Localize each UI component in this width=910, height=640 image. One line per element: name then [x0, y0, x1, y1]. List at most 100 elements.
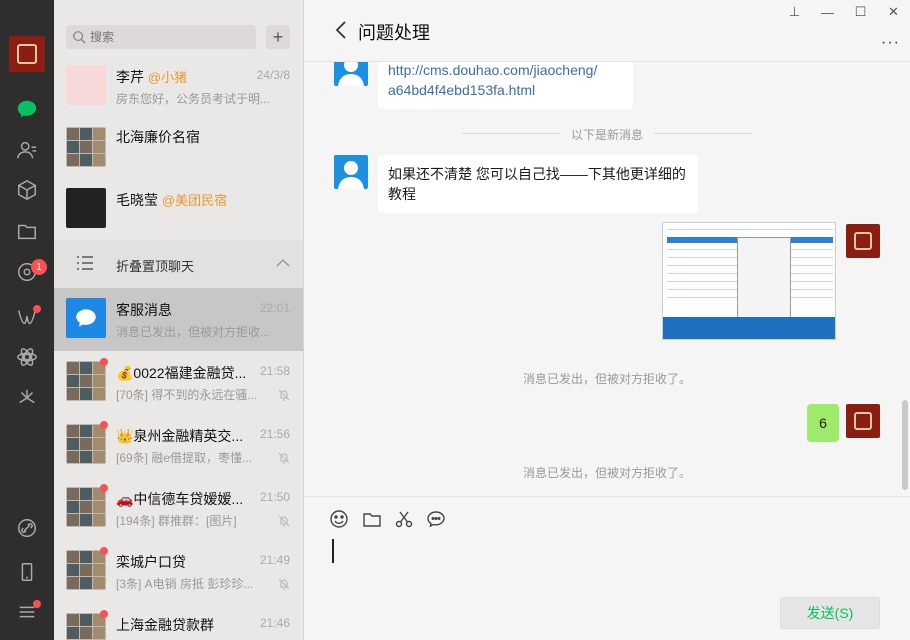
chat-time: 22:01 [259, 301, 290, 315]
chat-time: 21:50 [259, 490, 290, 504]
chat-time: 21:49 [259, 553, 290, 567]
avatar-logo-icon [854, 232, 872, 250]
chat-preview: [69条] 融e借提取，枣懂... [116, 451, 253, 465]
list-icon [77, 256, 93, 270]
conversation-title: 问题处理 [358, 23, 430, 43]
chat-name: 毛晓莹 [116, 192, 158, 208]
search-nav-icon[interactable] [15, 345, 39, 369]
mute-bell-icon [278, 515, 290, 527]
link-nav-icon[interactable] [15, 516, 39, 540]
chat-tag: @小猪 [147, 70, 188, 85]
group-avatar [66, 424, 106, 464]
minimize-button[interactable]: — [811, 0, 844, 24]
chat-name: 👑泉州金融精英交... [116, 428, 244, 444]
maximize-button[interactable]: ☐ [844, 0, 877, 24]
chat-name: 上海金融贷款群 [116, 617, 214, 633]
fold-label: 折叠置顶聊天 [116, 259, 195, 274]
chat-item[interactable]: 👑泉州金融精英交... 21:56 [69条] 融e借提取，枣懂... [54, 414, 303, 477]
mute-bell-icon [278, 452, 290, 464]
text-message[interactable]: 如果还不清楚 您可以自己找——下其他更详细的 教程 [378, 155, 698, 213]
chat-time: 21:56 [259, 427, 290, 441]
unread-dot [100, 547, 108, 555]
back-arrow-icon[interactable] [334, 20, 348, 40]
add-chat-button[interactable]: + [266, 25, 290, 49]
text-line-1: 如果还不清楚 您可以自己找——下其他更详细的 [388, 166, 686, 182]
person-icon [338, 161, 364, 189]
person-icon [338, 62, 364, 86]
search-input[interactable] [90, 30, 250, 44]
more-options-icon[interactable]: ··· [881, 34, 900, 52]
link-line-1: http://cms.douhao.com/jiaocheng/ [388, 62, 598, 78]
my-text-message[interactable]: 6 [807, 404, 839, 442]
unread-dot [100, 484, 108, 492]
chat-preview: 房东您好，公务员考试于明... [116, 92, 271, 106]
chat-avatar [66, 65, 106, 105]
mute-bell-icon [278, 578, 290, 590]
close-button[interactable]: ✕ [877, 0, 910, 24]
mini-program-nav-icon[interactable] [15, 386, 39, 410]
chat-item[interactable]: 上海金融贷款群 21:46 [54, 603, 303, 640]
my-avatar[interactable] [9, 36, 45, 72]
chat-preview: 消息已发出，但被对方拒收... [116, 325, 271, 339]
group-avatar [66, 550, 106, 590]
chat-item[interactable]: 李芹 @小猪 24/3/8 房东您好，公务员考试于明... [54, 55, 303, 118]
chat-item[interactable]: 💰0022福建金融贷... 21:58 [70条] 得不到的永远在骚... [54, 351, 303, 414]
chat-item[interactable]: 🚗中信德车贷嫒嫒... 21:50 [194条] 群推群：[图片] [54, 477, 303, 540]
chat-time: 21:58 [259, 364, 290, 378]
chat-preview: [70条] 得不到的永远在骚... [116, 388, 258, 402]
chat-nav-icon[interactable] [15, 97, 39, 121]
favorites-nav-icon[interactable] [15, 178, 39, 202]
chat-list-panel: + 李芹 @小猪 24/3/8 房东您好，公务员考试于明... 北海廉价名宿 毛… [54, 0, 304, 640]
new-messages-divider: 以下是新消息 [570, 128, 643, 142]
channels-dot [33, 305, 41, 313]
folded-pinned-chats[interactable]: 折叠置顶聊天 [54, 240, 303, 288]
image-message[interactable] [662, 222, 836, 340]
service-avatar [66, 298, 106, 338]
chat-preview: [194条] 群推群：[图片] [116, 514, 237, 528]
contacts-nav-icon[interactable] [15, 138, 39, 162]
chat-preview: [3条] A电销 房抵 彭珍珍... [116, 577, 254, 591]
chat-avatar [66, 188, 106, 228]
text-caret[interactable] [332, 539, 334, 563]
chat-name: 北海廉价名宿 [116, 129, 200, 145]
chat-item[interactable]: 北海廉价名宿 [54, 117, 303, 180]
chat-name: 客服消息 [116, 302, 172, 318]
unread-dot [100, 610, 108, 618]
moments-badge: 1 [31, 259, 47, 275]
conversation-panel: 问题处理 ··· ⊥ — ☐ ✕ http://cms.douhao.com/j… [304, 0, 910, 640]
divider-line-right [654, 133, 752, 134]
message-area: http://cms.douhao.com/jiaocheng/ a64bd4f… [304, 62, 910, 496]
unread-dot [100, 358, 108, 366]
conversation-header: 问题处理 ··· ⊥ — ☐ ✕ [304, 0, 910, 62]
files-nav-icon[interactable] [15, 219, 39, 243]
unread-dot [100, 421, 108, 429]
chevron-up-icon[interactable] [276, 257, 290, 269]
rejected-notice: 消息已发出，但被对方拒收了。 [522, 372, 691, 386]
send-button[interactable]: 发送(S) [780, 597, 880, 629]
navigation-rail: 1 [0, 0, 54, 640]
scissors-icon[interactable] [394, 509, 414, 529]
group-avatar [66, 613, 106, 640]
message-scrollbar[interactable] [902, 400, 908, 490]
chat-name: 李芹 [116, 69, 144, 85]
avatar-logo-icon [17, 44, 37, 64]
chat-item[interactable]: 栾城户口贷 21:49 [3条] A电销 房抵 彭珍珍... [54, 540, 303, 603]
chat-time: 24/3/8 [256, 68, 290, 82]
folder-icon[interactable] [362, 509, 382, 529]
chat-item-active[interactable]: 客服消息 22:01 消息已发出，但被对方拒收... [54, 288, 303, 351]
window-controls: ⊥ — ☐ ✕ [778, 0, 910, 24]
chat-time: 21:46 [259, 616, 290, 630]
phone-nav-icon[interactable] [15, 560, 39, 584]
pin-window-button[interactable]: ⊥ [778, 0, 811, 24]
group-avatar [66, 127, 106, 167]
chat-tag: @美团民宿 [161, 193, 228, 208]
search-box[interactable] [66, 25, 256, 49]
chat-item[interactable]: 毛晓莹 @美团民宿 [54, 178, 303, 241]
chat-name: 🚗中信德车贷嫒嫒... [116, 491, 244, 507]
chat-history-icon[interactable] [426, 509, 446, 529]
emoji-icon[interactable] [329, 509, 349, 529]
text-line-2: 教程 [388, 186, 416, 202]
avatar-logo-icon [854, 412, 872, 430]
chat-name: 栾城户口贷 [116, 554, 186, 570]
link-message[interactable]: http://cms.douhao.com/jiaocheng/ a64bd4f… [378, 62, 633, 109]
